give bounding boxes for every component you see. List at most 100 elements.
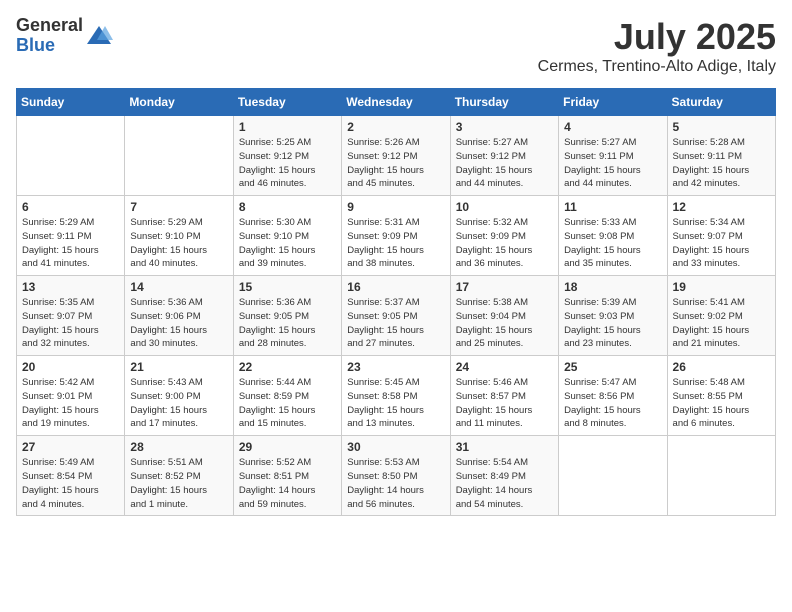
calendar-cell: 2 Sunrise: 5:26 AM Sunset: 9:12 PM Daylig… xyxy=(342,116,450,196)
calendar-cell: 6 Sunrise: 5:29 AM Sunset: 9:11 PM Daylig… xyxy=(17,196,125,276)
calendar-cell: 10 Sunrise: 5:32 AM Sunset: 9:09 PM Dayli… xyxy=(450,196,558,276)
day-number: 12 xyxy=(673,200,770,214)
day-info: Sunrise: 5:46 AM Sunset: 8:57 PM Dayligh… xyxy=(456,376,553,431)
calendar-week-row: 6 Sunrise: 5:29 AM Sunset: 9:11 PM Daylig… xyxy=(17,196,776,276)
day-info: Sunrise: 5:27 AM Sunset: 9:11 PM Dayligh… xyxy=(564,136,661,191)
day-number: 31 xyxy=(456,440,553,454)
day-number: 9 xyxy=(347,200,444,214)
day-number: 25 xyxy=(564,360,661,374)
col-header-friday: Friday xyxy=(559,89,667,116)
day-info: Sunrise: 5:33 AM Sunset: 9:08 PM Dayligh… xyxy=(564,216,661,271)
day-info: Sunrise: 5:29 AM Sunset: 9:11 PM Dayligh… xyxy=(22,216,119,271)
calendar-cell xyxy=(125,116,233,196)
day-info: Sunrise: 5:25 AM Sunset: 9:12 PM Dayligh… xyxy=(239,136,336,191)
day-number: 16 xyxy=(347,280,444,294)
day-info: Sunrise: 5:45 AM Sunset: 8:58 PM Dayligh… xyxy=(347,376,444,431)
calendar-cell: 3 Sunrise: 5:27 AM Sunset: 9:12 PM Daylig… xyxy=(450,116,558,196)
day-number: 6 xyxy=(22,200,119,214)
calendar-cell: 20 Sunrise: 5:42 AM Sunset: 9:01 PM Dayli… xyxy=(17,356,125,436)
day-info: Sunrise: 5:30 AM Sunset: 9:10 PM Dayligh… xyxy=(239,216,336,271)
day-number: 22 xyxy=(239,360,336,374)
calendar-cell: 8 Sunrise: 5:30 AM Sunset: 9:10 PM Daylig… xyxy=(233,196,341,276)
day-info: Sunrise: 5:44 AM Sunset: 8:59 PM Dayligh… xyxy=(239,376,336,431)
calendar-table: SundayMondayTuesdayWednesdayThursdayFrid… xyxy=(16,88,776,516)
calendar-cell xyxy=(667,436,775,516)
day-number: 29 xyxy=(239,440,336,454)
calendar-cell: 26 Sunrise: 5:48 AM Sunset: 8:55 PM Dayli… xyxy=(667,356,775,436)
calendar-cell xyxy=(17,116,125,196)
day-number: 18 xyxy=(564,280,661,294)
calendar-cell xyxy=(559,436,667,516)
day-number: 7 xyxy=(130,200,227,214)
day-number: 15 xyxy=(239,280,336,294)
calendar-header-row: SundayMondayTuesdayWednesdayThursdayFrid… xyxy=(17,89,776,116)
day-info: Sunrise: 5:27 AM Sunset: 9:12 PM Dayligh… xyxy=(456,136,553,191)
calendar-week-row: 20 Sunrise: 5:42 AM Sunset: 9:01 PM Dayli… xyxy=(17,356,776,436)
day-number: 21 xyxy=(130,360,227,374)
calendar-cell: 7 Sunrise: 5:29 AM Sunset: 9:10 PM Daylig… xyxy=(125,196,233,276)
calendar-week-row: 1 Sunrise: 5:25 AM Sunset: 9:12 PM Daylig… xyxy=(17,116,776,196)
calendar-cell: 24Sunrise: 5:46 AM Sunset: 8:57 PM Dayli… xyxy=(450,356,558,436)
calendar-cell: 28 Sunrise: 5:51 AM Sunset: 8:52 PM Dayli… xyxy=(125,436,233,516)
day-number: 13 xyxy=(22,280,119,294)
day-info: Sunrise: 5:35 AM Sunset: 9:07 PM Dayligh… xyxy=(22,296,119,351)
logo-blue-text: Blue xyxy=(16,36,83,56)
calendar-cell: 11 Sunrise: 5:33 AM Sunset: 9:08 PM Dayli… xyxy=(559,196,667,276)
calendar-body: 1 Sunrise: 5:25 AM Sunset: 9:12 PM Daylig… xyxy=(17,116,776,516)
day-info: Sunrise: 5:29 AM Sunset: 9:10 PM Dayligh… xyxy=(130,216,227,271)
day-info: Sunrise: 5:41 AM Sunset: 9:02 PM Dayligh… xyxy=(673,296,770,351)
day-number: 2 xyxy=(347,120,444,134)
page-header: General Blue July 2025 Cermes, Trentino-… xyxy=(16,16,776,76)
day-info: Sunrise: 5:36 AM Sunset: 9:05 PM Dayligh… xyxy=(239,296,336,351)
day-number: 10 xyxy=(456,200,553,214)
day-number: 26 xyxy=(673,360,770,374)
col-header-sunday: Sunday xyxy=(17,89,125,116)
logo: General Blue xyxy=(16,16,113,56)
day-info: Sunrise: 5:51 AM Sunset: 8:52 PM Dayligh… xyxy=(130,456,227,511)
title-block: July 2025 Cermes, Trentino-Alto Adige, I… xyxy=(538,16,776,76)
day-number: 8 xyxy=(239,200,336,214)
day-info: Sunrise: 5:53 AM Sunset: 8:50 PM Dayligh… xyxy=(347,456,444,511)
day-number: 1 xyxy=(239,120,336,134)
calendar-cell: 12 Sunrise: 5:34 AM Sunset: 9:07 PM Dayli… xyxy=(667,196,775,276)
day-number: 23 xyxy=(347,360,444,374)
calendar-cell: 17Sunrise: 5:38 AM Sunset: 9:04 PM Dayli… xyxy=(450,276,558,356)
calendar-week-row: 13 Sunrise: 5:35 AM Sunset: 9:07 PM Dayli… xyxy=(17,276,776,356)
calendar-cell: 27 Sunrise: 5:49 AM Sunset: 8:54 PM Dayli… xyxy=(17,436,125,516)
day-info: Sunrise: 5:49 AM Sunset: 8:54 PM Dayligh… xyxy=(22,456,119,511)
day-number: 28 xyxy=(130,440,227,454)
calendar-cell: 23 Sunrise: 5:45 AM Sunset: 8:58 PM Dayli… xyxy=(342,356,450,436)
day-info: Sunrise: 5:42 AM Sunset: 9:01 PM Dayligh… xyxy=(22,376,119,431)
day-number: 17 xyxy=(456,280,553,294)
calendar-cell: 13 Sunrise: 5:35 AM Sunset: 9:07 PM Dayli… xyxy=(17,276,125,356)
col-header-monday: Monday xyxy=(125,89,233,116)
day-info: Sunrise: 5:48 AM Sunset: 8:55 PM Dayligh… xyxy=(673,376,770,431)
col-header-saturday: Saturday xyxy=(667,89,775,116)
day-number: 27 xyxy=(22,440,119,454)
calendar-week-row: 27 Sunrise: 5:49 AM Sunset: 8:54 PM Dayli… xyxy=(17,436,776,516)
calendar-cell: 16 Sunrise: 5:37 AM Sunset: 9:05 PM Dayli… xyxy=(342,276,450,356)
calendar-cell: 18 Sunrise: 5:39 AM Sunset: 9:03 PM Dayli… xyxy=(559,276,667,356)
col-header-thursday: Thursday xyxy=(450,89,558,116)
calendar-cell: 21Sunrise: 5:43 AM Sunset: 9:00 PM Dayli… xyxy=(125,356,233,436)
day-number: 20 xyxy=(22,360,119,374)
day-info: Sunrise: 5:37 AM Sunset: 9:05 PM Dayligh… xyxy=(347,296,444,351)
day-info: Sunrise: 5:52 AM Sunset: 8:51 PM Dayligh… xyxy=(239,456,336,511)
day-number: 11 xyxy=(564,200,661,214)
day-info: Sunrise: 5:32 AM Sunset: 9:09 PM Dayligh… xyxy=(456,216,553,271)
day-info: Sunrise: 5:36 AM Sunset: 9:06 PM Dayligh… xyxy=(130,296,227,351)
calendar-cell: 9Sunrise: 5:31 AM Sunset: 9:09 PM Daylig… xyxy=(342,196,450,276)
col-header-wednesday: Wednesday xyxy=(342,89,450,116)
day-info: Sunrise: 5:54 AM Sunset: 8:49 PM Dayligh… xyxy=(456,456,553,511)
day-info: Sunrise: 5:34 AM Sunset: 9:07 PM Dayligh… xyxy=(673,216,770,271)
day-number: 4 xyxy=(564,120,661,134)
calendar-cell: 22 Sunrise: 5:44 AM Sunset: 8:59 PM Dayli… xyxy=(233,356,341,436)
day-number: 30 xyxy=(347,440,444,454)
calendar-cell: 15 Sunrise: 5:36 AM Sunset: 9:05 PM Dayli… xyxy=(233,276,341,356)
day-number: 5 xyxy=(673,120,770,134)
day-info: Sunrise: 5:39 AM Sunset: 9:03 PM Dayligh… xyxy=(564,296,661,351)
calendar-cell: 5Sunrise: 5:28 AM Sunset: 9:11 PM Daylig… xyxy=(667,116,775,196)
calendar-cell: 19Sunrise: 5:41 AM Sunset: 9:02 PM Dayli… xyxy=(667,276,775,356)
day-number: 3 xyxy=(456,120,553,134)
day-info: Sunrise: 5:26 AM Sunset: 9:12 PM Dayligh… xyxy=(347,136,444,191)
